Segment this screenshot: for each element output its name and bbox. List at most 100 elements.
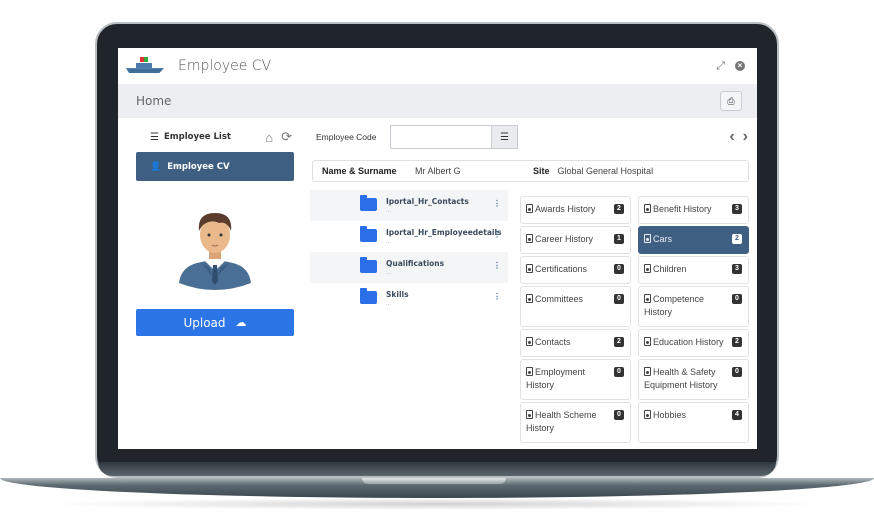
category-card-benefit-history[interactable]: Benefit History 3 [638, 196, 749, 224]
count-badge: 2 [732, 337, 742, 347]
category-card-employment-history[interactable]: Employment History 0 [520, 359, 631, 400]
category-card-career-history[interactable]: Career History 1 [520, 226, 631, 254]
id-badge-icon [644, 204, 651, 213]
more-options-icon[interactable]: ⋮ [493, 292, 501, 301]
site-value: Global General Hospital [557, 166, 654, 176]
employee-cv-label: Employee CV [167, 161, 230, 172]
category-grid: Awards History 2 Benefit History 3 Career … [520, 196, 749, 445]
id-badge-icon [526, 410, 533, 419]
employee-code-row: Employee Code ☰ ‹ › [316, 125, 748, 149]
category-label: Benefit History [653, 204, 712, 214]
print-button[interactable]: ⎙ [720, 91, 742, 111]
folder-item[interactable]: Qualifications ... ⋮ [310, 252, 508, 283]
category-label: Cars [653, 234, 673, 244]
list-icon: ☰ [150, 131, 159, 143]
category-card-certifications[interactable]: Certifications 0 [520, 256, 631, 284]
category-label: Employment History [526, 367, 586, 390]
count-badge: 4 [732, 410, 742, 420]
category-label: Health Scheme History [526, 410, 597, 433]
folder-name: Iportal_Hr_Contacts [386, 197, 469, 206]
category-card-hobbies[interactable]: Hobbies 4 [638, 402, 749, 443]
id-badge-icon [526, 367, 533, 376]
cloud-upload-icon: ☁ [235, 316, 247, 329]
count-badge: 1 [614, 234, 624, 244]
expand-icon[interactable]: ⤢ [716, 60, 725, 73]
category-card-health-safety-equipment-history[interactable]: Health & Safety Equipment History 0 [638, 359, 749, 400]
folder-item[interactable]: Iportal_Hr_Employeedetails ... ⋮ [310, 221, 508, 252]
more-options-icon[interactable]: ⋮ [493, 199, 501, 208]
count-badge: 0 [732, 367, 742, 377]
id-badge-icon [644, 367, 651, 376]
previous-arrow-icon[interactable]: ‹ [729, 128, 734, 146]
folder-item[interactable]: Skills ... ⋮ [310, 283, 508, 314]
category-card-awards-history[interactable]: Awards History 2 [520, 196, 631, 224]
id-badge-icon [644, 264, 651, 273]
company-logo [126, 57, 164, 75]
folder-item[interactable]: Iportal_Hr_Contacts ... ⋮ [310, 190, 508, 221]
id-badge-icon [526, 337, 533, 346]
category-label: Competence History [644, 294, 705, 317]
employee-cv-tab[interactable]: 👤 Employee CV [136, 152, 294, 181]
category-label: Certifications [535, 264, 588, 274]
category-card-competence-history[interactable]: Competence History 0 [638, 286, 749, 327]
app-title: Employee CV [178, 58, 272, 74]
employee-list-link[interactable]: ☰ Employee List ⌂ ⟳ [136, 126, 294, 148]
category-card-cars[interactable]: Cars 2 [638, 226, 749, 254]
refresh-icon[interactable]: ⟳ [281, 129, 292, 145]
employee-info-bar: Name & Surname Mr Albert G Site Global G… [312, 160, 749, 182]
category-label: Health & Safety Equipment History [644, 367, 718, 390]
category-label: Hobbies [653, 410, 687, 420]
category-label: Contacts [535, 337, 571, 347]
folder-subtitle: ... [386, 239, 392, 245]
folder-subtitle: ... [386, 301, 392, 307]
upload-button[interactable]: Upload ☁ [136, 309, 294, 336]
employee-lookup-button[interactable]: ☰ [491, 125, 518, 149]
breadcrumb-home[interactable]: Home [136, 94, 171, 108]
employee-code-input[interactable] [390, 125, 491, 149]
folder-subtitle: ... [386, 208, 392, 214]
count-badge: 2 [732, 234, 742, 244]
folder-name: Qualifications [386, 259, 445, 268]
folder-icon [360, 226, 377, 242]
folder-list: Iportal_Hr_Contacts ... ⋮ Iportal_Hr_Emp… [310, 190, 508, 314]
laptop-lid-edge [98, 462, 776, 476]
folder-name: Skills [386, 290, 409, 299]
id-badge-icon [644, 337, 651, 346]
count-badge: 0 [732, 294, 742, 304]
name-value: Mr Albert G [415, 166, 461, 176]
category-card-health-scheme-history[interactable]: Health Scheme History 0 [520, 402, 631, 443]
category-card-contacts[interactable]: Contacts 2 [520, 329, 631, 357]
employee-code-label: Employee Code [316, 132, 377, 142]
employee-avatar [175, 205, 255, 295]
employee-list-label: Employee List [163, 132, 231, 142]
title-bar: Employee CV ⤢ × [118, 48, 757, 84]
count-badge: 0 [614, 264, 624, 274]
count-badge: 0 [614, 367, 624, 377]
close-icon[interactable]: × [735, 61, 745, 71]
list-icon: ☰ [500, 131, 509, 143]
id-badge-icon [526, 234, 533, 243]
more-options-icon[interactable]: ⋮ [493, 230, 501, 239]
category-label: Awards History [535, 204, 596, 214]
category-card-education-history[interactable]: Education History 2 [638, 329, 749, 357]
category-card-committees[interactable]: Committees 0 [520, 286, 631, 327]
name-label: Name & Surname [322, 166, 397, 176]
id-badge-icon [526, 264, 533, 273]
id-badge-icon [526, 294, 533, 303]
category-card-children[interactable]: Children 3 [638, 256, 749, 284]
home-icon[interactable]: ⌂ [265, 130, 273, 145]
folder-icon [360, 257, 377, 273]
site-label: Site [533, 166, 550, 176]
count-badge: 2 [614, 204, 624, 214]
laptop-shadow [40, 498, 834, 510]
more-options-icon[interactable]: ⋮ [493, 261, 501, 270]
category-label: Committees [535, 294, 584, 304]
left-panel: ☰ Employee List ⌂ ⟳ 👤 Employee CV Upload… [136, 126, 294, 336]
print-icon: ⎙ [727, 95, 735, 106]
user-icon: 👤 [150, 161, 162, 171]
count-badge: 3 [732, 204, 742, 214]
laptop-frame: Employee CV ⤢ × Home ⎙ ☰ Employee List ⌂… [0, 0, 874, 516]
next-arrow-icon[interactable]: › [743, 128, 748, 146]
folder-name: Iportal_Hr_Employeedetails [386, 228, 502, 237]
id-badge-icon [644, 410, 651, 419]
